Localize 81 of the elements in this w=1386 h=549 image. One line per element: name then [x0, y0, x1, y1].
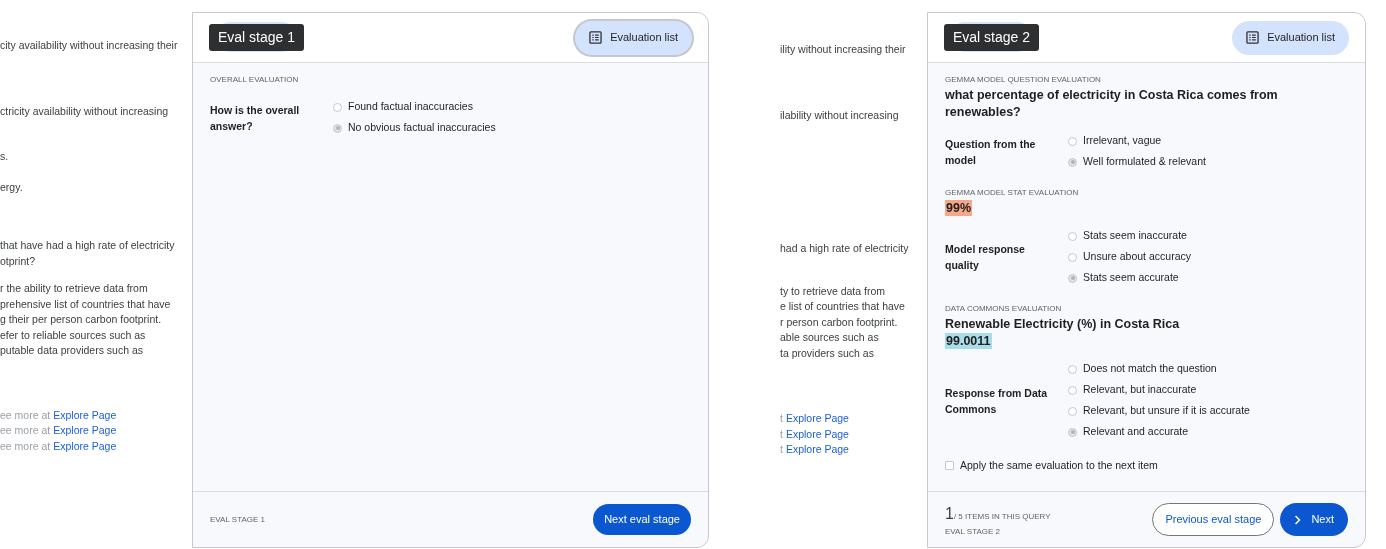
stat-value: 99.0011 [945, 333, 992, 349]
radio-button[interactable] [1068, 406, 1077, 416]
option-label: Found factual inaccuracies [348, 99, 473, 115]
context-text: r person carbon footprint. [780, 314, 899, 330]
list-icon [1246, 31, 1260, 44]
context-text: t [780, 442, 783, 457]
context-text: ility without increasing their [780, 42, 907, 57]
question-label: Question from the model [945, 136, 1037, 168]
next-button[interactable]: Next [1280, 503, 1348, 536]
radio-button[interactable] [1068, 385, 1077, 395]
section-heading: DATA COMMONS EVALUATION [945, 303, 1063, 315]
stage-tooltip: Eval stage 1 [209, 24, 305, 51]
explore-page-link[interactable]: Explore Page [53, 407, 117, 423]
context-text: prehensive list of countries that have [0, 296, 172, 312]
next-button[interactable]: Next eval stage [593, 504, 691, 535]
explore-page-link[interactable]: Explore Page [53, 423, 117, 439]
context-text: had a high rate of electricity [780, 241, 910, 256]
radio-button[interactable] [1068, 364, 1077, 374]
context-text: t [780, 411, 783, 426]
option-label: Well formulated & relevant [1083, 154, 1206, 170]
question-label: Model response quality [945, 242, 1026, 273]
context-text: ee more at [0, 438, 51, 454]
context-text: e list of countries that have [780, 299, 906, 314]
option-label: Relevant, but inaccurate [1083, 382, 1197, 398]
context-text: otprint? [0, 253, 37, 269]
option-label: Relevant, but unsure if it is accurate [1083, 403, 1250, 419]
checkbox-label: Apply the same evaluation to the next item [960, 458, 1158, 473]
radio-button[interactable] [1068, 231, 1077, 241]
evaluation-list-button[interactable]: Evaluation list [575, 20, 692, 55]
question-label: Response from Data Commons [945, 385, 1049, 417]
option-label: Stats seem accurate [1083, 270, 1179, 286]
context-text: able sources such as [780, 330, 880, 345]
stage-label: EVAL STAGE 2 [945, 525, 1001, 538]
item-counter: 1 [945, 503, 954, 524]
checkbox[interactable] [945, 461, 954, 471]
context-text: r the ability to retrieve data from [0, 281, 149, 296]
explore-page-link[interactable]: Explore Page [53, 438, 117, 454]
previous-button[interactable]: Previous eval stage [1152, 503, 1275, 536]
context-text: that have had a high rate of electricity [0, 238, 176, 253]
radio-button[interactable] [1068, 136, 1077, 146]
radio-button[interactable] [1068, 157, 1077, 167]
section-title: what percentage of electricity in Costa Rica comes from renewables? [945, 87, 1279, 121]
context-text: ta providers such as [780, 345, 875, 361]
context-text: g their per person carbon footprint. [0, 312, 163, 327]
explore-page-link[interactable]: Explore Page [785, 442, 849, 458]
context-text: ee more at [0, 407, 51, 423]
option-label: Irrelevant, vague [1083, 133, 1162, 149]
section-title: Renewable Electricity (%) in Costa Rica [945, 316, 1181, 333]
option-label: No obvious factual inaccuracies [348, 120, 496, 136]
explore-page-link[interactable]: Explore Page [785, 426, 849, 442]
radio-button[interactable] [1068, 252, 1077, 262]
context-text: t [780, 426, 783, 442]
radio-button[interactable] [1068, 273, 1077, 283]
stage-tooltip: Eval stage 2 [944, 24, 1040, 51]
radio-button[interactable] [333, 102, 342, 112]
option-label: Relevant and accurate [1083, 424, 1189, 440]
context-text: ctricity availability without increasing [0, 103, 170, 119]
radio-button[interactable] [333, 123, 342, 133]
stat-value: 99% [945, 200, 973, 216]
option-label: Unsure about accuracy [1083, 249, 1191, 265]
section-heading: OVERALL EVALUATION [210, 74, 300, 86]
radio-button[interactable] [1068, 427, 1077, 437]
context-text: efer to reliable sources such as [0, 327, 147, 343]
stage-label: EVAL STAGE 1 [210, 513, 265, 526]
question-label: How is the overall answer? [210, 102, 301, 134]
section-heading: GEMMA MODEL QUESTION EVALUATION [945, 74, 1102, 86]
list-icon [589, 31, 603, 44]
context-text: ee more at [0, 423, 51, 438]
context-text: ergy. [0, 179, 24, 195]
items-count-label: / 5 ITEMS IN THIS QUERY [953, 511, 1051, 523]
chevron-right-icon [1294, 514, 1302, 525]
evaluation-list-button[interactable]: Evaluation list [1232, 20, 1349, 55]
option-label: Does not match the question [1083, 361, 1217, 377]
section-heading: GEMMA MODEL STAT EVALUATION [945, 187, 1080, 199]
context-text: putable data providers such as [0, 343, 144, 358]
option-label: Stats seem inaccurate [1083, 228, 1187, 244]
context-text: ty to retrieve data from [780, 283, 887, 299]
context-text: s. [0, 149, 10, 164]
context-text: city availability without increasing their [0, 38, 179, 53]
explore-page-link[interactable]: Explore Page [785, 411, 849, 427]
context-text: ilability without increasing [780, 107, 900, 123]
